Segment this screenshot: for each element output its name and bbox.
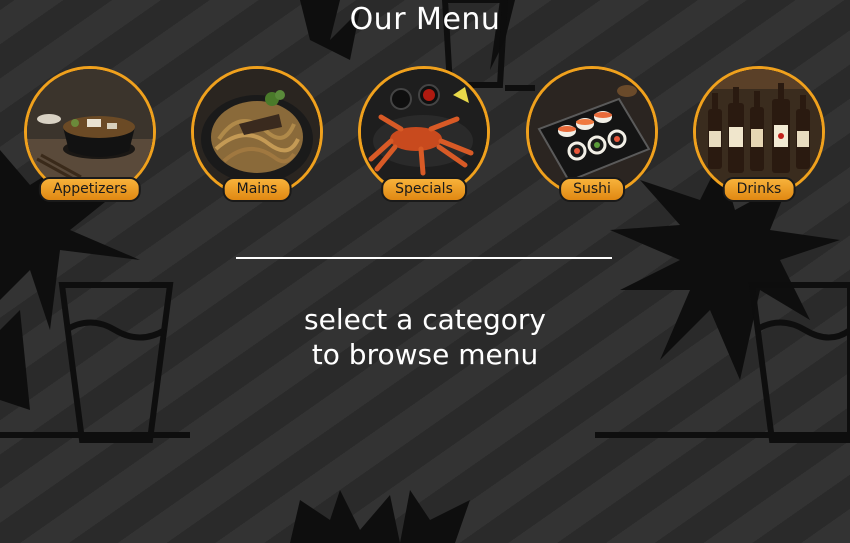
category-label: Appetizers (38, 177, 142, 202)
category-mains[interactable]: Mains (191, 66, 323, 204)
category-label: Mains (222, 177, 292, 202)
browse-prompt: select a category to browse menu (0, 302, 850, 372)
category-specials[interactable]: Specials (358, 66, 490, 204)
category-label: Specials (381, 177, 467, 202)
prompt-line-1: select a category (304, 303, 546, 336)
category-sushi[interactable]: Sushi (526, 66, 658, 204)
category-appetizers[interactable]: Appetizers (24, 66, 156, 204)
category-drinks[interactable]: Drinks (693, 66, 825, 204)
page-title: Our Menu (349, 2, 501, 37)
prompt-line-2: to browse menu (311, 338, 539, 371)
divider (236, 257, 612, 259)
category-list: Appetizers Mains Specials Sushi Drinks (0, 66, 850, 206)
category-label: Drinks (722, 177, 796, 202)
category-label: Sushi (559, 177, 625, 202)
